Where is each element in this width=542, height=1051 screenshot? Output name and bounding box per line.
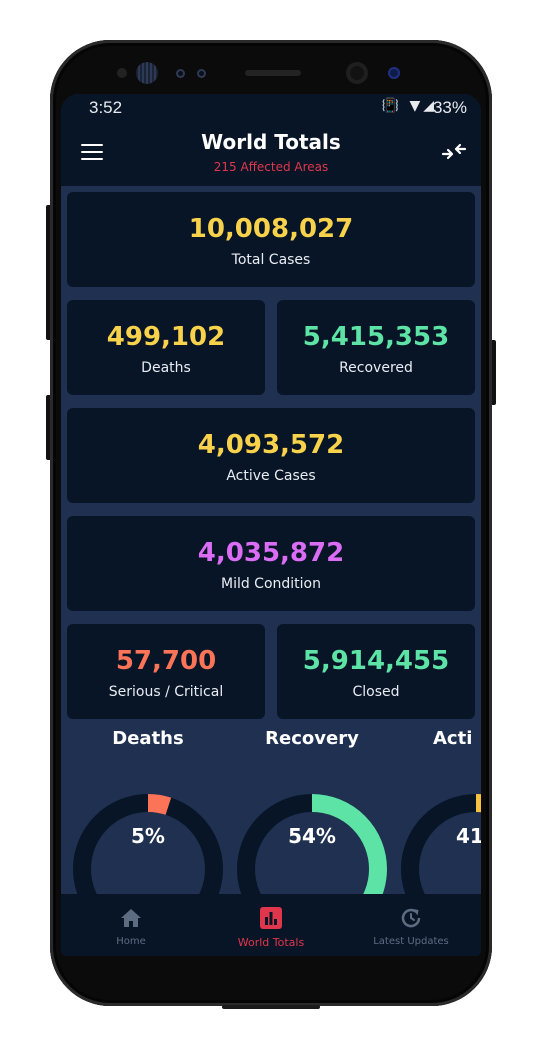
battery-percent: 33% (432, 98, 467, 117)
nav-world-totals-label: World Totals (237, 936, 305, 949)
recovered-label: Recovered (339, 360, 413, 376)
serious-critical-label: Serious / Critical (108, 684, 224, 700)
iris-camera (388, 67, 400, 79)
app-bar: World Totals 215 Affected Areas (61, 120, 481, 186)
ring-track (73, 794, 223, 894)
closed-label: Closed (352, 684, 400, 700)
bar-chart-icon (259, 906, 283, 930)
nav-home-label: Home (116, 936, 146, 947)
refresh-clock-icon (399, 906, 423, 930)
nav-latest-updates-label: Latest Updates (373, 936, 449, 947)
deaths-percent: 5% (131, 824, 165, 848)
nav-world-totals[interactable]: World Totals (201, 894, 341, 956)
iris-scanner (136, 62, 158, 84)
phone-home-indicator (222, 1005, 320, 1009)
ring-track (401, 794, 481, 894)
recovered-value: 5,415,353 (302, 322, 450, 352)
total-cases-label: Total Cases (231, 252, 311, 268)
status-bar: 3:52 📳 ▼◢ 33% (61, 94, 481, 120)
light-sensor (197, 69, 206, 78)
active-cases-value: 4,093,572 (197, 430, 345, 460)
proximity-sensor (176, 69, 185, 78)
active-cases-label: Active Cases (226, 468, 316, 484)
affected-areas-subtitle: 215 Affected Areas (213, 160, 329, 174)
mild-condition-card: 4,035,872 Mild Condition (67, 516, 475, 611)
closed-value: 5,914,455 (302, 646, 450, 676)
front-camera (346, 62, 368, 84)
serious-critical-value: 57,700 (115, 646, 217, 676)
nav-latest-updates[interactable]: Latest Updates (341, 894, 481, 956)
earpiece-speaker (245, 70, 301, 76)
recovered-card: 5,415,353 Recovered (277, 300, 475, 395)
serious-critical-card: 57,700 Serious / Critical (67, 624, 265, 719)
deaths-card: 499,102 Deaths (67, 300, 265, 395)
recovery-ring-title: Recovery (265, 728, 359, 749)
deaths-ring-title: Deaths (112, 728, 184, 749)
total-cases-value: 10,008,027 (188, 214, 354, 244)
status-time: 3:52 (89, 98, 123, 117)
page-title: World Totals (201, 130, 341, 154)
closed-card: 5,914,455 Closed (277, 624, 475, 719)
home-icon (119, 906, 143, 930)
app-screen: 3:52 📳 ▼◢ 33% World Totals 215 Affected … (61, 94, 481, 956)
status-icons: 📳 ▼◢ (381, 98, 437, 114)
mild-condition-label: Mild Condition (220, 576, 321, 592)
total-cases-card: 10,008,027 Total Cases (67, 192, 475, 287)
active-ring-title: Acti (433, 728, 473, 749)
deaths-value: 499,102 (106, 322, 226, 352)
nav-home[interactable]: Home (61, 894, 201, 956)
deaths-label: Deaths (141, 360, 191, 376)
bottom-navigation: Home World Totals Latest Updates (61, 894, 481, 956)
mild-condition-value: 4,035,872 (197, 538, 345, 568)
sensor (117, 68, 127, 78)
active-percent: 41% (456, 824, 481, 848)
active-cases-card: 4,093,572 Active Cases (67, 408, 475, 503)
recovery-percent: 54% (288, 824, 336, 848)
compress-arrows-icon[interactable] (441, 142, 467, 162)
